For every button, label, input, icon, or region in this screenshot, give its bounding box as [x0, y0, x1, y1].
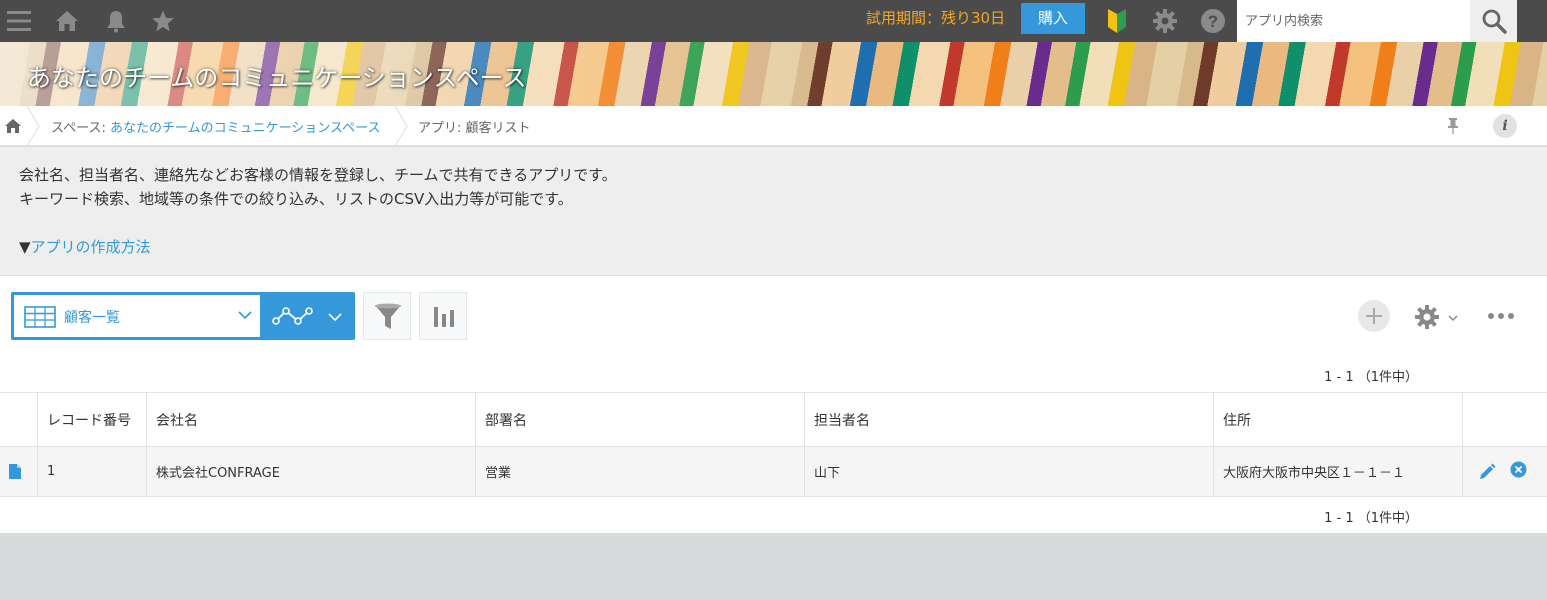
expand-triangle-icon: ▼ — [19, 238, 31, 256]
filter-funnel-icon — [375, 303, 401, 329]
more-dots-icon — [1488, 313, 1514, 319]
contact-person-cell: 山下 — [805, 447, 1214, 496]
company-cell: 株式会社CONFRAGE — [147, 447, 476, 496]
search-icon — [1482, 9, 1507, 34]
space-title: あなたのチームのコミュニケーションスペース — [27, 64, 527, 92]
breadcrumb-space-prefix: スペース: — [51, 121, 110, 136]
breadcrumb: スペース: あなたのチームのコミュニケーションスペース アプリ: 顧客リスト — [0, 106, 1547, 146]
description-line-1: 会社名、担当者名、連絡先などお客様の情報を登録し、チームで共有できるアプリです。 — [19, 166, 617, 184]
column-header[interactable]: 住所 — [1214, 393, 1463, 446]
app-settings-button[interactable] — [1414, 302, 1462, 332]
space-banner: あなたのチームのコミュニケーションスペース — [0, 42, 1547, 106]
pin-icon[interactable] — [1444, 117, 1462, 135]
breadcrumb-home-icon[interactable] — [4, 118, 22, 134]
breadcrumb-space[interactable]: スペース: あなたのチームのコミュニケーションスペース — [51, 117, 380, 136]
chevron-down-icon — [238, 311, 252, 320]
header-icon-column — [0, 393, 38, 446]
chevron-down-icon — [328, 313, 342, 322]
graph-button[interactable] — [419, 292, 467, 340]
column-header[interactable]: 会社名 — [147, 393, 476, 446]
home-icon[interactable] — [53, 0, 81, 42]
breadcrumb-separator — [26, 106, 40, 146]
graph-menu-button[interactable] — [263, 292, 355, 340]
description-line-2: キーワード検索、地域等の条件での絞り込み、リストのCSV入出力等が可能です。 — [19, 190, 573, 208]
buy-button[interactable]: 購入 — [1021, 3, 1085, 34]
breadcrumb-app: アプリ: 顧客リスト — [418, 121, 531, 136]
trial-period-text: 試用期間：残り30日 — [866, 9, 1006, 27]
help-icon[interactable]: ? — [1199, 0, 1227, 42]
plus-icon — [1366, 308, 1382, 324]
svg-text:?: ? — [1208, 12, 1218, 31]
line-graph-icon — [272, 307, 313, 325]
top-bar: 試用期間：残り30日 購入 ? — [0, 0, 1547, 42]
document-icon[interactable] — [8, 463, 22, 480]
breadcrumb-separator — [394, 106, 408, 146]
department-cell: 営業 — [476, 447, 805, 496]
chevron-down-icon — [1448, 315, 1458, 322]
settings-gear-icon[interactable] — [1151, 0, 1179, 42]
column-header[interactable]: 部署名 — [476, 393, 805, 446]
search-input[interactable] — [1237, 0, 1470, 42]
breadcrumb-space-link[interactable]: あなたのチームのコミュニケーションスペース — [110, 121, 381, 136]
table-header: レコード番号 会社名 部署名 担当者名 住所 — [0, 392, 1547, 447]
record-number-cell: 1 — [38, 447, 147, 496]
search-button[interactable] — [1470, 0, 1517, 42]
gear-icon — [1415, 305, 1439, 329]
star-icon[interactable] — [149, 0, 177, 42]
table-row[interactable]: 1 株式会社CONFRAGE 営業 山下 大阪府大阪市中央区１－１－１ — [0, 447, 1547, 497]
app-info-icon[interactable]: i — [1493, 114, 1517, 138]
how-to-create-link[interactable]: ▼アプリの作成方法 — [19, 236, 151, 257]
app-description: 会社名、担当者名、連絡先などお客様の情報を登録し、チームで共有できるアプリです。… — [0, 147, 1547, 276]
add-record-button[interactable] — [1358, 300, 1390, 332]
pager-top: 1 - 1 （1件中） — [1324, 370, 1418, 385]
filter-button[interactable] — [363, 292, 411, 340]
record-list-area: 顧客一覧 1 - 1 （1件中） レコード番号 会社名 部署名 担当者名 住所 — [0, 276, 1547, 533]
view-selector[interactable]: 顧客一覧 — [11, 292, 263, 340]
view-selector-inner: 顧客一覧 — [14, 295, 260, 337]
bell-icon[interactable] — [102, 0, 130, 42]
table-view-icon — [24, 306, 56, 328]
more-options-button[interactable] — [1487, 306, 1515, 326]
record-detail-cell[interactable] — [0, 447, 38, 496]
pager-bottom: 1 - 1 （1件中） — [1324, 511, 1418, 526]
edit-pencil-icon[interactable] — [1478, 463, 1496, 481]
column-header[interactable]: 担当者名 — [805, 393, 1214, 446]
menu-icon[interactable] — [4, 0, 34, 42]
app-search — [1237, 0, 1517, 42]
view-selected-label: 顧客一覧 — [64, 310, 120, 326]
delete-circle-icon[interactable] — [1510, 461, 1527, 478]
how-to-create-label: アプリの作成方法 — [30, 238, 151, 256]
address-cell: 大阪府大阪市中央区１－１－１ — [1214, 447, 1463, 496]
column-header[interactable]: レコード番号 — [38, 393, 147, 446]
bar-chart-icon — [434, 307, 454, 327]
beginner-mark-icon[interactable] — [1104, 0, 1130, 42]
